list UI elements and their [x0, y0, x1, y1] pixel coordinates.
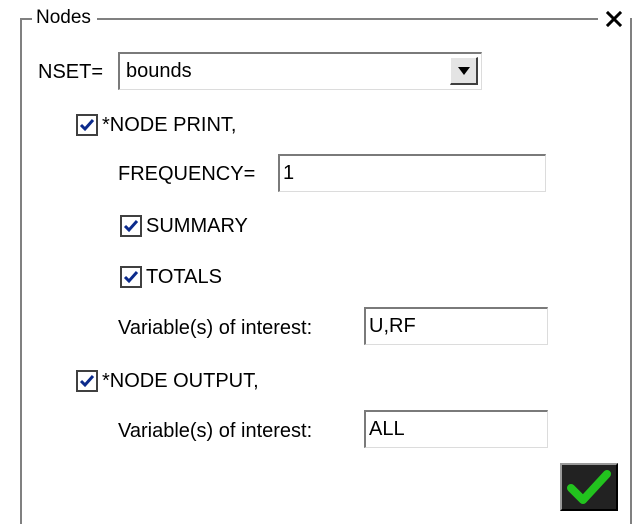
frequency-label: FREQUENCY= — [118, 163, 256, 185]
checkmark-icon — [123, 271, 139, 284]
summary-checkbox[interactable] — [120, 215, 142, 237]
nodes-group-frame — [20, 18, 632, 524]
checkmark-icon — [567, 470, 611, 504]
group-title: Nodes — [32, 6, 97, 30]
summary-label: SUMMARY — [146, 215, 248, 237]
checkmark-icon — [123, 220, 139, 233]
close-button[interactable] — [598, 4, 630, 34]
totals-checkbox[interactable] — [120, 266, 142, 288]
node-output-checkbox[interactable] — [76, 370, 98, 392]
output-variables-input[interactable]: ALL — [364, 410, 548, 448]
node-output-label: *NODE OUTPUT, — [102, 370, 259, 392]
output-variables-label: Variable(s) of interest: — [118, 420, 313, 442]
ok-button[interactable] — [560, 463, 618, 511]
chevron-down-icon — [457, 66, 470, 75]
totals-label: TOTALS — [146, 266, 222, 288]
node-print-label: *NODE PRINT, — [102, 114, 237, 136]
checkmark-icon — [79, 119, 95, 132]
frame-right-edge — [630, 18, 632, 524]
nset-value: bounds — [126, 60, 192, 82]
checkmark-icon — [79, 375, 95, 388]
nset-label: NSET= — [38, 61, 104, 83]
print-variables-input[interactable]: U,RF — [364, 307, 548, 345]
nset-dropdown[interactable]: bounds — [118, 52, 482, 90]
close-icon — [605, 10, 623, 28]
dropdown-button[interactable] — [450, 57, 478, 85]
print-variables-label: Variable(s) of interest: — [118, 317, 313, 339]
frequency-input[interactable]: 1 — [278, 154, 546, 192]
node-print-checkbox[interactable] — [76, 114, 98, 136]
